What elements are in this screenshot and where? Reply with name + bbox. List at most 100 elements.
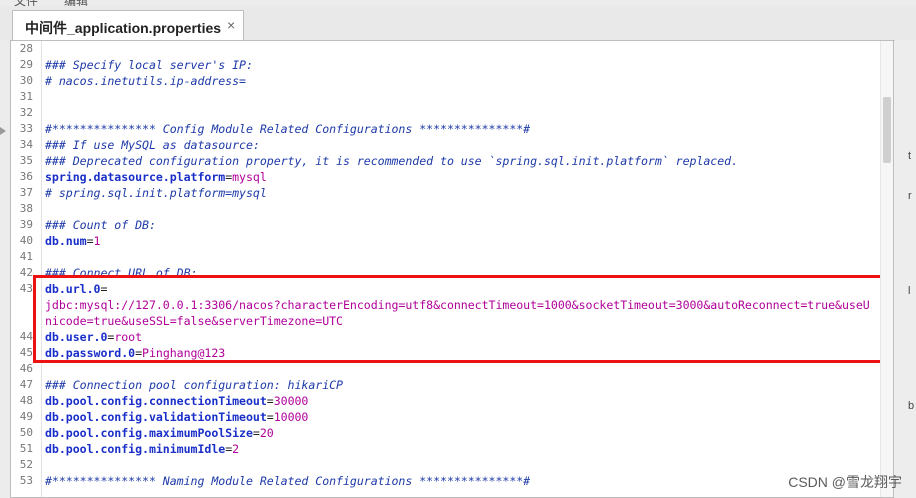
side-panel-char: l bbox=[908, 285, 911, 297]
line-number: 44 bbox=[19, 330, 33, 343]
token-val: 2 bbox=[232, 442, 240, 456]
side-panel-char: t bbox=[908, 150, 912, 162]
token-val: 30000 bbox=[273, 394, 309, 408]
code-line[interactable]: 30 # nacos.inetutils.ip-address= bbox=[11, 73, 883, 89]
code-line[interactable]: 29 ### Specify local server's IP: bbox=[11, 57, 883, 73]
code-line[interactable]: 52 bbox=[11, 457, 883, 473]
code-text: ### If use MySQL as datasource: bbox=[45, 137, 260, 153]
line-number: 35 bbox=[19, 154, 33, 167]
close-icon[interactable]: × bbox=[227, 17, 235, 33]
line-number: 45 bbox=[19, 346, 33, 359]
token-key: db.pool.config.maximumPoolSize bbox=[45, 426, 253, 440]
token-comment: #*************** Config Module Related C… bbox=[45, 122, 531, 136]
code-line[interactable]: 39 ### Count of DB: bbox=[11, 217, 883, 233]
code-line[interactable]: 36 spring.datasource.platform=mysql bbox=[11, 169, 883, 185]
vertical-scrollbar[interactable] bbox=[880, 41, 893, 497]
token-comment: # spring.sql.init.platform=mysql bbox=[45, 186, 267, 200]
line-number: 30 bbox=[19, 74, 33, 87]
code-line[interactable]: 32 bbox=[11, 105, 883, 121]
line-number: 37 bbox=[19, 186, 33, 199]
line-number: 32 bbox=[19, 106, 33, 119]
code-text: spring.datasource.platform=mysql bbox=[45, 169, 267, 185]
code-line[interactable]: 37 # spring.sql.init.platform=mysql bbox=[11, 185, 883, 201]
code-editor[interactable]: 28 29 ### Specify local server's IP: 30 # na… bbox=[10, 40, 894, 498]
token-comment: ### Connection pool configuration: hikar… bbox=[45, 378, 343, 392]
code-line[interactable]: 34 ### If use MySQL as datasource: bbox=[11, 137, 883, 153]
token-key: db.pool.config.validationTimeout bbox=[45, 410, 267, 424]
line-number: 31 bbox=[19, 90, 33, 103]
code-text: db.pool.config.validationTimeout=10000 bbox=[45, 409, 308, 425]
code-line[interactable]: 49 db.pool.config.validationTimeout=10000 bbox=[11, 409, 883, 425]
code-text: db.num=1 bbox=[45, 233, 101, 249]
line-number: 34 bbox=[19, 138, 33, 151]
token-comment: # nacos.inetutils.ip-address= bbox=[45, 74, 246, 88]
token-val: mysql bbox=[232, 170, 267, 184]
line-number: 36 bbox=[19, 170, 33, 183]
line-number: 50 bbox=[19, 426, 33, 439]
code-line[interactable]: 48 db.pool.config.connectionTimeout=30000 bbox=[11, 393, 883, 409]
token-comment: #*************** Naming Module Related C… bbox=[45, 474, 531, 488]
code-line[interactable]: 33 #*************** Config Module Related… bbox=[11, 121, 883, 137]
code-text: # nacos.inetutils.ip-address= bbox=[45, 73, 246, 89]
code-line[interactable]: 31 bbox=[11, 89, 883, 105]
collapse-arrow-icon[interactable] bbox=[0, 127, 6, 135]
token-val: 10000 bbox=[273, 410, 309, 424]
token-comment: ### Specify local server's IP: bbox=[45, 58, 253, 72]
token-comment: ### Count of DB: bbox=[45, 218, 156, 232]
code-line[interactable]: 53 #*************** Naming Module Related… bbox=[11, 473, 883, 489]
line-number: 41 bbox=[19, 250, 33, 263]
token-comment: ### Deprecated configuration property, i… bbox=[45, 154, 739, 168]
code-line[interactable]: 47 ### Connection pool configuration: hik… bbox=[11, 377, 883, 393]
line-number: 52 bbox=[19, 458, 33, 471]
line-number: 38 bbox=[19, 202, 33, 215]
tab-label: 中间件_application.properties bbox=[25, 20, 222, 36]
code-text: db.pool.config.connectionTimeout=30000 bbox=[45, 393, 308, 409]
line-number: 47 bbox=[19, 378, 33, 391]
code-text: #*************** Config Module Related C… bbox=[45, 121, 530, 137]
token-key: db.pool.config.connectionTimeout bbox=[45, 394, 267, 408]
code-line[interactable]: 40 db.num=1 bbox=[11, 233, 883, 249]
line-number: 42 bbox=[19, 266, 33, 279]
token-comment: ### If use MySQL as datasource: bbox=[45, 138, 260, 152]
token-key: db.num bbox=[45, 234, 87, 248]
tab-application-properties[interactable]: 中间件_application.properties × bbox=[12, 10, 244, 40]
token-val: 20 bbox=[259, 426, 274, 440]
code-text: db.pool.config.maximumPoolSize=20 bbox=[45, 425, 274, 441]
code-text: ### Deprecated configuration property, i… bbox=[45, 153, 738, 169]
token-key: db.pool.config.minimumIdle bbox=[45, 442, 226, 456]
token-val: 1 bbox=[93, 234, 101, 248]
tab-bar: 中间件_application.properties × bbox=[0, 6, 916, 41]
token-eq: = bbox=[252, 426, 260, 440]
code-text: ### Count of DB: bbox=[45, 217, 156, 233]
code-line[interactable]: 50 db.pool.config.maximumPoolSize=20 bbox=[11, 425, 883, 441]
code-line[interactable]: 51 db.pool.config.minimumIdle=2 bbox=[11, 441, 883, 457]
side-panel-char: r bbox=[908, 190, 912, 202]
line-number: 40 bbox=[19, 234, 33, 247]
token-eq: = bbox=[266, 410, 274, 424]
code-line[interactable]: 41 bbox=[11, 249, 883, 265]
code-text: #*************** Naming Module Related C… bbox=[45, 473, 530, 489]
line-number: 28 bbox=[19, 42, 33, 55]
code-line[interactable]: 46 bbox=[11, 361, 883, 377]
token-eq: = bbox=[86, 234, 94, 248]
highlight-annotation bbox=[33, 275, 885, 363]
line-number: 51 bbox=[19, 442, 33, 455]
right-side-panel: t r l b bbox=[895, 40, 916, 498]
line-number: 39 bbox=[19, 218, 33, 231]
line-number: 48 bbox=[19, 394, 33, 407]
line-number: 53 bbox=[19, 474, 33, 487]
line-number: 49 bbox=[19, 410, 33, 423]
line-number: 46 bbox=[19, 362, 33, 375]
code-text: ### Specify local server's IP: bbox=[45, 57, 253, 73]
token-key: spring.datasource.platform bbox=[45, 170, 226, 184]
code-line[interactable]: 35 ### Deprecated configuration property,… bbox=[11, 153, 883, 169]
code-text: db.pool.config.minimumIdle=2 bbox=[45, 441, 239, 457]
line-number: 33 bbox=[19, 122, 33, 135]
code-text: # spring.sql.init.platform=mysql bbox=[45, 185, 267, 201]
line-number: 29 bbox=[19, 58, 33, 71]
code-line[interactable]: 38 bbox=[11, 201, 883, 217]
token-eq: = bbox=[266, 394, 274, 408]
left-edge-panel bbox=[0, 40, 10, 498]
scrollbar-thumb[interactable] bbox=[883, 97, 891, 163]
code-line[interactable]: 28 bbox=[11, 41, 883, 57]
